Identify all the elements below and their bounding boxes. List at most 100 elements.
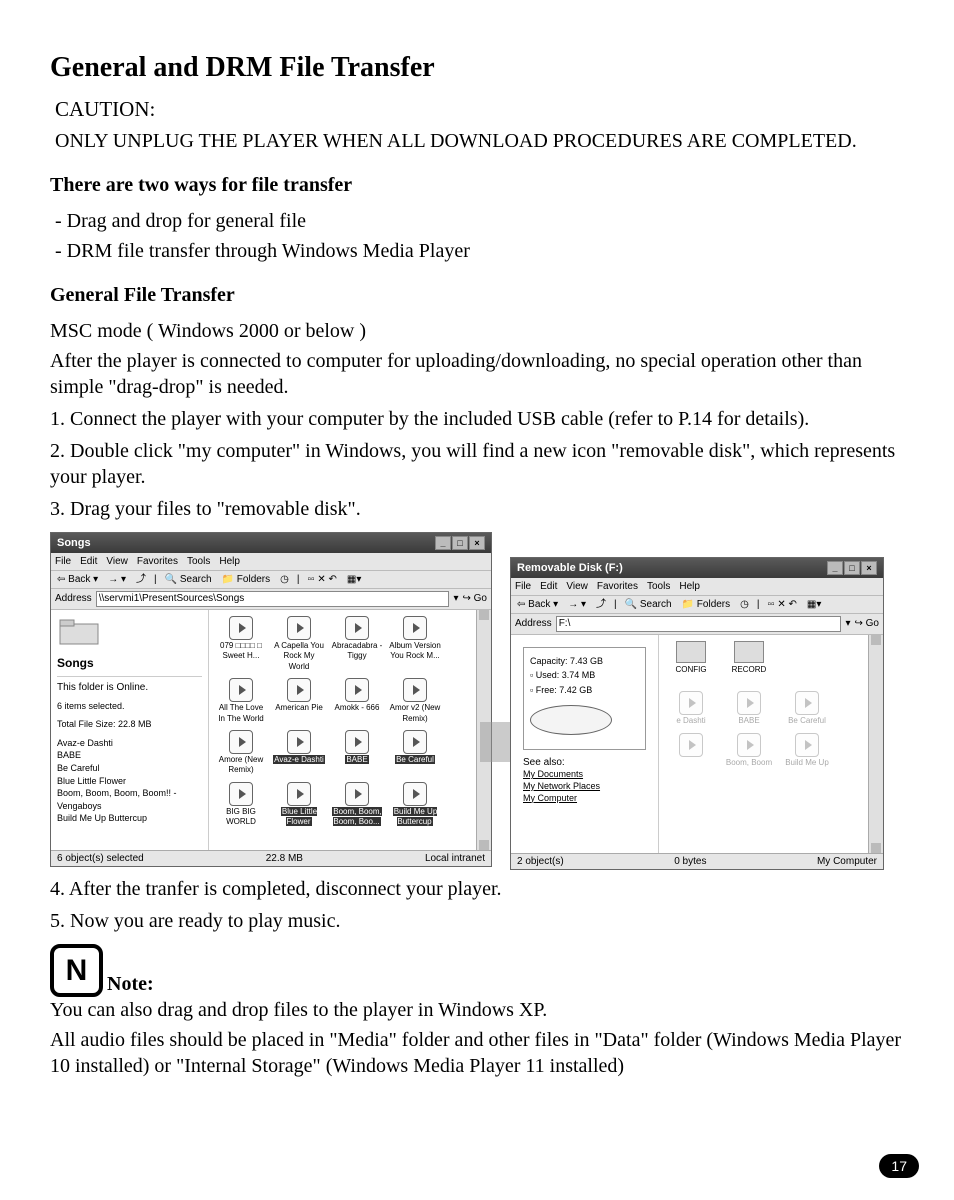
media-icon xyxy=(345,616,369,640)
scrollbar[interactable] xyxy=(868,635,883,853)
tool-icon[interactable]: ▫▫ ✕ ↶ xyxy=(306,573,339,586)
menu-bar[interactable]: File Edit View Favorites Tools Help xyxy=(51,553,491,571)
back-button[interactable]: ⇦ Back ▾ xyxy=(55,573,100,586)
history-button[interactable]: ◷ xyxy=(278,573,291,586)
menu-help[interactable]: Help xyxy=(679,581,700,592)
media-icon xyxy=(403,730,427,754)
menu-file[interactable]: File xyxy=(55,556,71,567)
panel-heading: Songs xyxy=(57,656,202,672)
minimize-icon[interactable]: _ xyxy=(827,561,843,575)
menu-edit[interactable]: Edit xyxy=(80,556,97,567)
menu-favorites[interactable]: Favorites xyxy=(137,556,178,567)
forward-button[interactable]: → ▾ xyxy=(106,573,128,586)
window-controls[interactable]: _□× xyxy=(826,561,877,575)
ghost-item: Boom, Boom xyxy=(723,733,775,768)
file-item[interactable]: 079 □□□□ □ Sweet H... xyxy=(215,616,267,672)
folder-icon xyxy=(59,618,99,646)
file-item[interactable]: American Pie xyxy=(273,678,325,724)
window-controls[interactable]: _□× xyxy=(434,536,485,550)
maximize-icon[interactable]: □ xyxy=(452,536,468,550)
file-item[interactable]: Amore (New Remix) xyxy=(215,730,267,776)
status-objects: 2 object(s) xyxy=(517,855,564,868)
file-item-selected[interactable]: Be Careful xyxy=(389,730,441,776)
minimize-icon[interactable]: _ xyxy=(435,536,451,550)
history-button[interactable]: ◷ xyxy=(738,598,751,611)
status-zone: Local intranet xyxy=(425,852,485,865)
close-icon[interactable]: × xyxy=(469,536,485,550)
address-input[interactable] xyxy=(556,616,842,632)
status-objects: 6 object(s) selected xyxy=(57,852,144,865)
file-area[interactable]: CONFIG RECORD e Dashti BABE Be Careful B… xyxy=(659,635,868,853)
menu-edit[interactable]: Edit xyxy=(540,581,557,592)
status-size: 0 bytes xyxy=(674,855,706,868)
views-button[interactable]: ▦▾ xyxy=(805,598,823,611)
link-mydocs[interactable]: My Documents xyxy=(523,769,646,781)
menu-tools[interactable]: Tools xyxy=(647,581,670,592)
dropdown-icon[interactable]: ▾ xyxy=(453,592,458,605)
folder-item[interactable]: RECORD xyxy=(723,641,775,675)
search-button[interactable]: 🔍 Search xyxy=(623,598,674,611)
titlebar[interactable]: Songs _□× xyxy=(51,533,491,553)
step3: 3. Drag your files to "removable disk". xyxy=(50,496,919,522)
titlebar[interactable]: Removable Disk (F:) _□× xyxy=(511,558,883,578)
capacity-box: Capacity: 7.43 GB ▫ Used: 3.74 MB ▫ Free… xyxy=(523,647,646,750)
menu-favorites[interactable]: Favorites xyxy=(597,581,638,592)
file-item-selected[interactable]: Boom, Boom, Boom, Boo... xyxy=(331,782,383,828)
file-item-selected[interactable]: Blue Little Flower xyxy=(273,782,325,828)
free: ▫ Free: 7.42 GB xyxy=(530,683,639,697)
caution-label: CAUTION: xyxy=(50,96,919,123)
up-button[interactable]: ⤴ xyxy=(594,598,608,611)
note-text2: All audio files should be placed in "Med… xyxy=(50,1027,919,1079)
address-bar[interactable]: Address ▾ ↪ Go xyxy=(51,589,491,610)
back-button[interactable]: ⇦ Back ▾ xyxy=(515,598,560,611)
media-icon xyxy=(345,678,369,702)
file-item[interactable]: All The Love In The World xyxy=(215,678,267,724)
ghost-item: e Dashti xyxy=(665,691,717,726)
menu-view[interactable]: View xyxy=(106,556,128,567)
file-item[interactable]: Album Version You Rock M... xyxy=(389,616,441,672)
file-item[interactable]: Amokk - 666 xyxy=(331,678,383,724)
ghost-item: Be Careful xyxy=(781,691,833,726)
link-mycomputer[interactable]: My Computer xyxy=(523,793,646,805)
file-item-selected[interactable]: Build Me Up Buttercup xyxy=(389,782,441,828)
close-icon[interactable]: × xyxy=(861,561,877,575)
menu-help[interactable]: Help xyxy=(219,556,240,567)
toolbar[interactable]: ⇦ Back ▾ → ▾ ⤴ | 🔍 Search 📁 Folders ◷ | … xyxy=(511,596,883,614)
link-network[interactable]: My Network Places xyxy=(523,781,646,793)
media-icon xyxy=(795,691,819,715)
address-bar[interactable]: Address ▾ ↪ Go xyxy=(511,614,883,635)
window-title: Songs xyxy=(57,536,91,550)
go-button[interactable]: ↪ Go xyxy=(462,592,487,605)
views-button[interactable]: ▦▾ xyxy=(345,573,363,586)
menu-file[interactable]: File xyxy=(515,581,531,592)
folders-button[interactable]: 📁 Folders xyxy=(680,598,733,611)
up-button[interactable]: ⤴ xyxy=(134,573,148,586)
search-button[interactable]: 🔍 Search xyxy=(163,573,214,586)
dropdown-icon[interactable]: ▾ xyxy=(845,617,850,630)
tool-icon[interactable]: ▫▫ ✕ ↶ xyxy=(766,598,799,611)
file-item[interactable]: BIG BIG WORLD xyxy=(215,782,267,828)
menu-tools[interactable]: Tools xyxy=(187,556,210,567)
media-icon xyxy=(795,733,819,757)
folder-item[interactable]: CONFIG xyxy=(665,641,717,675)
toolbar[interactable]: ⇦ Back ▾ → ▾ ⤴ | 🔍 Search 📁 Folders ◷ | … xyxy=(51,571,491,589)
media-icon xyxy=(287,782,311,806)
file-item[interactable]: A Capella You Rock My World xyxy=(273,616,325,672)
forward-button[interactable]: → ▾ xyxy=(566,598,588,611)
file-item-selected[interactable]: Avaz-e Dashti xyxy=(273,730,325,776)
folder-icon xyxy=(734,641,764,663)
media-icon xyxy=(737,733,761,757)
media-icon xyxy=(403,782,427,806)
menu-bar[interactable]: File Edit View Favorites Tools Help xyxy=(511,578,883,596)
file-item-selected[interactable]: BABE xyxy=(331,730,383,776)
capacity: Capacity: 7.43 GB xyxy=(530,654,639,668)
address-input[interactable] xyxy=(96,591,450,607)
file-item[interactable]: Abracadabra - Tiggy xyxy=(331,616,383,672)
folders-button[interactable]: 📁 Folders xyxy=(220,573,273,586)
go-button[interactable]: ↪ Go xyxy=(854,617,879,630)
menu-view[interactable]: View xyxy=(566,581,588,592)
file-item[interactable]: Amor v2 (New Remix) xyxy=(389,678,441,724)
file-area[interactable]: 079 □□□□ □ Sweet H... A Capella You Rock… xyxy=(209,610,476,850)
step1: 1. Connect the player with your computer… xyxy=(50,406,919,432)
maximize-icon[interactable]: □ xyxy=(844,561,860,575)
